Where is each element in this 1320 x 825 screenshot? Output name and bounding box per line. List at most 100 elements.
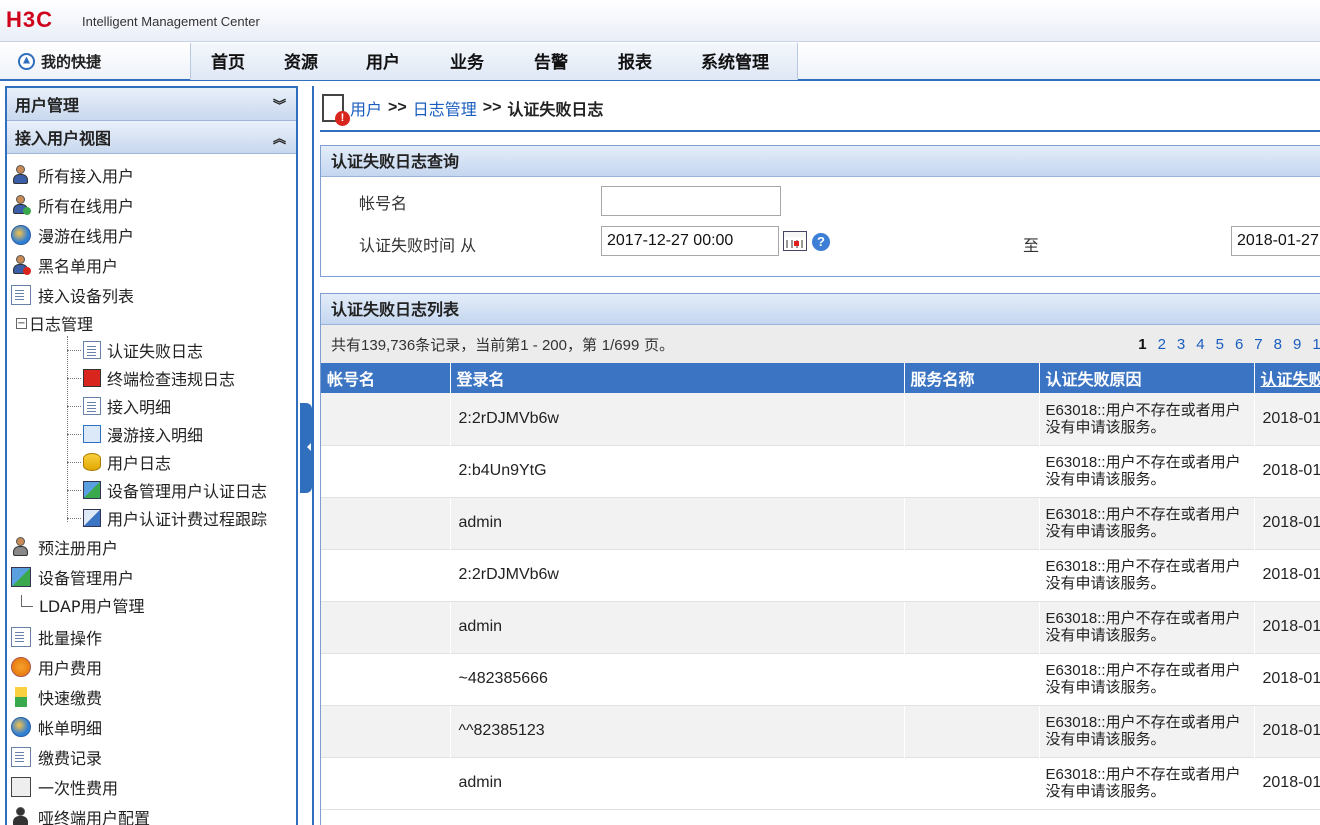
sidebar-item-dumb-terminal-user-config[interactable]: 哑终端用户配置 <box>7 802 296 825</box>
sidebar-item-label: 用户认证计费过程跟踪 <box>107 510 268 529</box>
sidebar-section-access-user-view[interactable]: 接入用户视图 ︽ <box>7 121 296 154</box>
device-admin-user-icon <box>11 567 31 587</box>
chevron-down-icon: ︾ <box>272 98 286 114</box>
list-panel-title: 认证失败日志列表 <box>321 294 1320 325</box>
table-row[interactable]: admin E63018::用户不存在或者用户没有申请该服务。 2018-01-… <box>321 601 1320 653</box>
cell-service-name <box>904 497 1040 549</box>
column-header-service-name[interactable]: 服务名称 <box>904 363 1040 393</box>
account-input[interactable] <box>601 186 781 216</box>
cell-fail-reason: E63018::用户不存在或者用户没有申请该服务。 <box>1039 705 1255 757</box>
calendar-icon[interactable] <box>783 231 807 251</box>
sidebar-item-all-access-users[interactable]: 所有接入用户 <box>7 160 296 190</box>
user-fee-icon <box>11 657 31 677</box>
sidebar-item-billing-process-trace[interactable]: 用户认证计费过程跟踪 <box>7 504 296 532</box>
reason-code: E63018:: <box>1045 766 1106 783</box>
table-row[interactable]: 2:2rDJMVb6w E63018::用户不存在或者用户没有申请该服务。 20… <box>321 548 1320 602</box>
column-header-fail-reason[interactable]: 认证失败原因 <box>1039 363 1255 393</box>
page-link[interactable]: 7 <box>1254 336 1262 353</box>
sidebar-item-bill-detail[interactable]: 帐单明细 <box>7 712 296 742</box>
sidebar-item-all-online-users[interactable]: 所有在线用户 <box>7 190 296 220</box>
help-icon[interactable]: ? <box>812 233 830 251</box>
page-link[interactable]: 3 <box>1177 336 1185 353</box>
sidebar-item-roaming-online-users[interactable]: 漫游在线用户 <box>7 220 296 250</box>
sidebar-item-blacklist-users[interactable]: 黑名单用户 <box>7 250 296 280</box>
sidebar-item-label: 预注册用户 <box>38 539 119 558</box>
cell-service-name <box>904 444 1040 498</box>
sidebar-item-preregistered-users[interactable]: 预注册用户 <box>7 532 296 562</box>
sidebar-item-quick-payment[interactable]: 快速缴费 <box>7 682 296 712</box>
sidebar-item-label: 快速缴费 <box>38 689 103 708</box>
tree-collapse-icon[interactable]: − <box>16 317 27 329</box>
cell-fail-reason: E63018::用户不存在或者用户没有申请该服务。 <box>1039 497 1255 549</box>
page-link[interactable]: 1 <box>1138 336 1146 353</box>
table-body: 2:2rDJMVb6w E63018::用户不存在或者用户没有申请该服务。 20… <box>321 393 1320 810</box>
sidebar-item-label: 用户日志 <box>107 454 172 473</box>
menu-report[interactable]: 报表 <box>597 43 673 80</box>
roaming-globe-icon <box>11 225 31 245</box>
tree-connector <box>67 490 81 491</box>
menu-alarm[interactable]: 告警 <box>505 43 597 80</box>
quick-payment-icon <box>15 687 27 707</box>
sidebar-item-label: 接入明细 <box>107 398 172 417</box>
sidebar-item-access-detail[interactable]: 接入明细 <box>7 392 296 420</box>
menu-home[interactable]: 首页 <box>191 43 265 80</box>
sidebar-item-ldap-user-management[interactable]: LDAP用户管理 <box>7 592 296 618</box>
column-header-fail-time[interactable]: 认证失败时间 <box>1254 363 1320 393</box>
menu-system-management[interactable]: 系统管理 <box>673 43 797 80</box>
breadcrumb-separator: >> <box>482 99 502 116</box>
menu-service[interactable]: 业务 <box>429 43 505 80</box>
sidebar-item-payment-record[interactable]: 缴费记录 <box>7 742 296 772</box>
cell-login-name: 2:2rDJMVb6w <box>450 548 905 602</box>
cell-fail-reason: E63018::用户不存在或者用户没有申请该服务。 <box>1039 393 1255 445</box>
preregistered-user-icon <box>11 537 31 557</box>
sidebar-item-device-admin-users[interactable]: 设备管理用户 <box>7 562 296 592</box>
sidebar-item-roaming-access-detail[interactable]: 漫游接入明细 <box>7 420 296 448</box>
page-link[interactable]: 4 <box>1196 336 1204 353</box>
page-link[interactable]: 9 <box>1293 336 1301 353</box>
column-header-account[interactable]: 帐号名 <box>321 363 451 393</box>
section-title: 用户管理 <box>15 96 80 115</box>
to-date-input[interactable] <box>1231 226 1320 256</box>
time-row: 认证失败时间 从 ? 至 <box>321 226 1320 260</box>
sidebar-item-label: 终端检查违规日志 <box>107 370 236 389</box>
sidebar-item-auth-fail-log[interactable]: 认证失败日志 <box>7 336 296 364</box>
breadcrumb-link-user[interactable]: 用户 <box>350 96 382 120</box>
menu-user[interactable]: 用户 <box>337 43 429 80</box>
sidebar-item-log-management[interactable]: − 日志管理 <box>7 310 296 336</box>
device-auth-log-icon <box>83 481 101 499</box>
table-row[interactable]: admin E63018::用户不存在或者用户没有申请该服务。 2018-01-… <box>321 497 1320 549</box>
sidebar-collapse-handle[interactable] <box>300 403 312 493</box>
page-link[interactable]: 10 <box>1312 336 1320 353</box>
cell-fail-reason: E63018::用户不存在或者用户没有申请该服务。 <box>1039 756 1255 810</box>
table-row[interactable]: 2:2rDJMVb6w E63018::用户不存在或者用户没有申请该服务。 20… <box>321 393 1320 445</box>
table-row[interactable]: ^^82385123 E63018::用户不存在或者用户没有申请该服务。 201… <box>321 705 1320 757</box>
sidebar-item-device-admin-auth-log[interactable]: 设备管理用户认证日志 <box>7 476 296 504</box>
column-header-login-name[interactable]: 登录名 <box>450 363 905 393</box>
breadcrumb-current: 认证失败日志 <box>507 100 604 119</box>
online-user-icon <box>11 195 31 215</box>
from-date-input[interactable] <box>601 226 779 256</box>
cell-fail-time: 2018-01-27 <box>1254 756 1320 810</box>
page-link[interactable]: 2 <box>1158 336 1166 353</box>
breadcrumb-link-log-management[interactable]: 日志管理 <box>413 96 477 120</box>
sidebar-item-user-log[interactable]: 用户日志 <box>7 448 296 476</box>
cell-fail-reason: E63018::用户不存在或者用户没有申请该服务。 <box>1039 601 1255 653</box>
sidebar-item-access-device-list[interactable]: 接入设备列表 <box>7 280 296 310</box>
sidebar-item-one-time-fee[interactable]: 一次性费用 <box>7 772 296 802</box>
sidebar-item-label: LDAP用户管理 <box>39 597 145 616</box>
menu-resource[interactable]: 资源 <box>265 43 337 80</box>
sidebar-item-batch-operation[interactable]: 批量操作 <box>7 622 296 652</box>
page-link[interactable]: 5 <box>1216 336 1224 353</box>
table-row[interactable]: 2:b4Un9YtG E63018::用户不存在或者用户没有申请该服务。 201… <box>321 444 1320 498</box>
table-row[interactable]: admin E63018::用户不存在或者用户没有申请该服务。 2018-01-… <box>321 756 1320 810</box>
account-row: 帐号名 <box>321 184 1320 218</box>
shortcut-label: 我的快捷 <box>41 52 102 71</box>
cell-fail-time: 2018-01-27 <box>1254 393 1320 445</box>
table-row[interactable]: ~482385666 E63018::用户不存在或者用户没有申请该服务。 201… <box>321 652 1320 706</box>
sidebar-item-terminal-violation-log[interactable]: 终端检查违规日志 <box>7 364 296 392</box>
sidebar-section-user-management[interactable]: 用户管理 ︾ <box>7 88 296 121</box>
page-link[interactable]: 8 <box>1274 336 1282 353</box>
sidebar-item-user-fee[interactable]: 用户费用 <box>7 652 296 682</box>
my-shortcuts-button[interactable]: 我的快捷 <box>0 43 190 79</box>
page-link[interactable]: 6 <box>1235 336 1243 353</box>
